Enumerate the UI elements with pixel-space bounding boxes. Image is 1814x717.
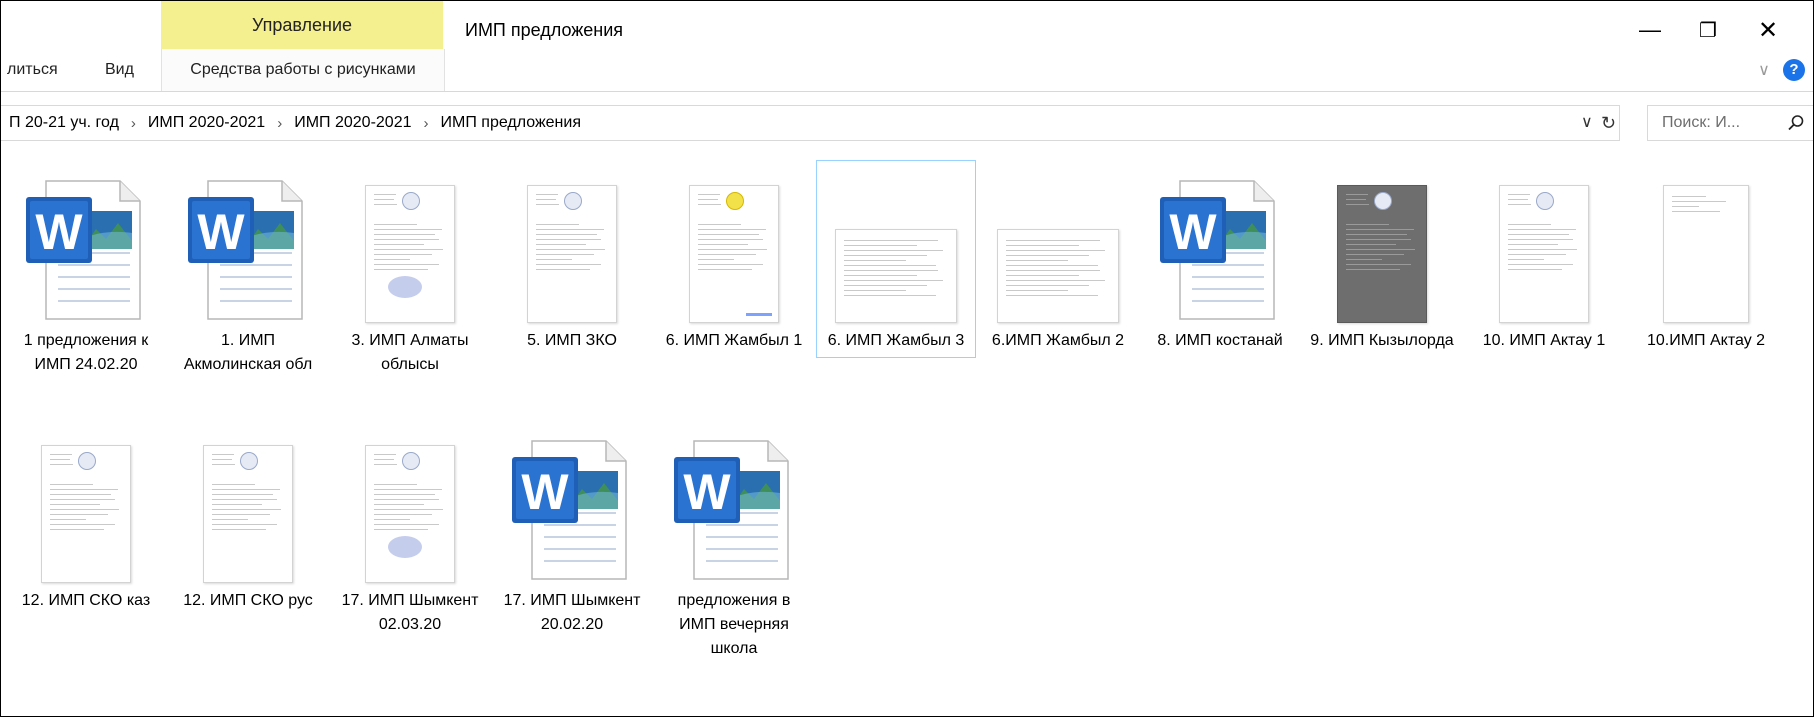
file-thumbnail: [1465, 161, 1623, 329]
svg-text:W: W: [521, 464, 569, 520]
scan-thumbnail-blank: [1663, 185, 1749, 323]
svg-text:W: W: [683, 464, 731, 520]
file-item[interactable]: 6. ИМП Жамбыл 1: [655, 161, 813, 353]
ribbon-expand-icon[interactable]: ∨: [1751, 60, 1777, 80]
file-thumbnail: W: [493, 421, 651, 589]
file-name: 6. ИМП Жамбыл 3: [827, 332, 965, 349]
file-name: 12. ИМП СКО каз: [21, 592, 151, 609]
file-item[interactable]: 6. ИМП Жамбыл 3: [816, 160, 976, 358]
tab-picture-tools[interactable]: Средства работы с рисунками: [161, 49, 445, 91]
file-name: 9. ИМП Кызылорда: [1310, 332, 1454, 349]
breadcrumb-item-imp-2020-2021-sub[interactable]: ИМП 2020-2021: [292, 114, 413, 132]
context-tab-header[interactable]: Управление: [161, 1, 443, 49]
scan-thumbnail: [203, 445, 293, 583]
scan-thumbnail: [527, 185, 617, 323]
file-thumbnail: W: [169, 161, 327, 329]
explorer-window: Управление ИМП предложения — ❐ ✕ литься …: [0, 0, 1814, 717]
ribbon-tab-row: литься Вид Средства работы с рисунками: [1, 49, 1813, 92]
help-icon[interactable]: ?: [1783, 59, 1805, 81]
scan-thumbnail: [365, 185, 455, 323]
file-item[interactable]: 10.ИМП Актау 2: [1627, 161, 1785, 353]
file-thumbnail: [493, 161, 651, 329]
ribbon-controls: ∨ ?: [1751, 49, 1805, 91]
file-item[interactable]: Wпредложения в ИМП вечерняя школа: [655, 421, 813, 661]
file-thumbnail: [1303, 161, 1461, 329]
breadcrumb-separator-icon[interactable]: ›: [414, 115, 439, 132]
breadcrumb-separator-icon[interactable]: ›: [267, 115, 292, 132]
file-thumbnail: W: [7, 161, 165, 329]
file-name: 3. ИМП Алматы облысы: [351, 332, 469, 373]
scan-thumbnail-landscape: [835, 229, 957, 323]
word-document-icon: W: [512, 440, 627, 580]
file-item[interactable]: W 1. ИМП Акмолинская обл: [169, 161, 327, 377]
file-name: 10. ИМП Актау 1: [1482, 332, 1606, 349]
file-name: предложения в ИМП вечерняя школа: [677, 592, 791, 657]
file-name: 8. ИМП костанай: [1157, 332, 1283, 349]
search-box[interactable]: Поиск: И...: [1647, 105, 1813, 141]
refresh-icon[interactable]: ↻: [1601, 106, 1616, 140]
title-bar: Управление ИМП предложения — ❐ ✕: [1, 1, 1813, 49]
file-name: 1. ИМП Акмолинская обл: [183, 332, 313, 373]
tab-share[interactable]: литься: [7, 49, 58, 91]
address-bar[interactable]: П 20-21 уч. год › ИМП 2020-2021 › ИМП 20…: [1, 105, 1620, 141]
file-name: 6. ИМП Жамбыл 1: [665, 332, 803, 349]
scan-thumbnail: [41, 445, 131, 583]
file-item[interactable]: W 1 предложения к ИМП 24.02.20: [7, 161, 165, 377]
search-input[interactable]: Поиск: И...: [1648, 114, 1778, 132]
file-thumbnail: [979, 161, 1137, 329]
scan-thumbnail-landscape: [997, 229, 1119, 323]
word-document-icon: W: [188, 180, 303, 320]
file-thumbnail: [331, 421, 489, 589]
scan-thumbnail: [1337, 185, 1427, 323]
file-name: 10.ИМП Актау 2: [1646, 332, 1766, 349]
tab-view[interactable]: Вид: [105, 49, 134, 91]
file-item[interactable]: 9. ИМП Кызылорда: [1303, 161, 1461, 353]
file-thumbnail: W: [655, 421, 813, 589]
file-thumbnail: [655, 161, 813, 329]
file-item[interactable]: 3. ИМП Алматы облысы: [331, 161, 489, 377]
word-document-icon: W: [26, 180, 141, 320]
file-name: 12. ИМП СКО рус: [183, 592, 313, 609]
file-item[interactable]: 10. ИМП Актау 1: [1465, 161, 1623, 353]
address-row: П 20-21 уч. год › ИМП 2020-2021 › ИМП 20…: [1, 99, 1813, 145]
file-thumbnail: [1627, 161, 1785, 329]
breadcrumb-item-year[interactable]: П 20-21 уч. год: [7, 114, 121, 132]
file-item[interactable]: W 8. ИМП костанай: [1141, 161, 1299, 353]
file-thumbnail: [331, 161, 489, 329]
file-item[interactable]: 5. ИМП ЗКО: [493, 161, 651, 353]
file-name: 5. ИМП ЗКО: [527, 332, 617, 349]
svg-text:W: W: [197, 204, 245, 260]
scan-thumbnail: [689, 185, 779, 323]
file-name: 1 предложения к ИМП 24.02.20: [23, 332, 149, 373]
file-thumbnail: [169, 421, 327, 589]
word-document-icon: W: [674, 440, 789, 580]
svg-text:W: W: [35, 204, 83, 260]
breadcrumb-item-imp-2020-2021[interactable]: ИМП 2020-2021: [146, 114, 267, 132]
svg-text:W: W: [1169, 204, 1217, 260]
scan-thumbnail: [1499, 185, 1589, 323]
file-item[interactable]: 17. ИМП Шымкент 02.03.20: [331, 421, 489, 637]
file-item[interactable]: 6.ИМП Жамбыл 2: [979, 161, 1137, 353]
file-thumbnail: W: [1141, 161, 1299, 329]
word-document-icon: W: [1160, 180, 1275, 320]
breadcrumb: П 20-21 уч. год › ИМП 2020-2021 › ИМП 20…: [7, 106, 583, 140]
breadcrumb-item-current[interactable]: ИМП предложения: [439, 114, 584, 132]
file-name: 6.ИМП Жамбыл 2: [991, 332, 1125, 349]
scan-thumbnail: [365, 445, 455, 583]
file-item[interactable]: 12. ИМП СКО рус: [169, 421, 327, 613]
file-item[interactable]: W 17. ИМП Шымкент 20.02.20: [493, 421, 651, 637]
address-dropdown-icon[interactable]: ∨: [1581, 106, 1593, 140]
search-icon[interactable]: [1778, 114, 1813, 132]
file-thumbnail: [7, 421, 165, 589]
file-item[interactable]: 12. ИМП СКО каз: [7, 421, 165, 613]
file-list: W 1 предложения к ИМП 24.02.20 W 1. ИМП Акм…: [1, 153, 1813, 716]
file-name: 17. ИМП Шымкент 20.02.20: [503, 592, 641, 633]
breadcrumb-separator-icon[interactable]: ›: [121, 115, 146, 132]
file-name: 17. ИМП Шымкент 02.03.20: [341, 592, 479, 633]
file-thumbnail: [817, 161, 975, 329]
